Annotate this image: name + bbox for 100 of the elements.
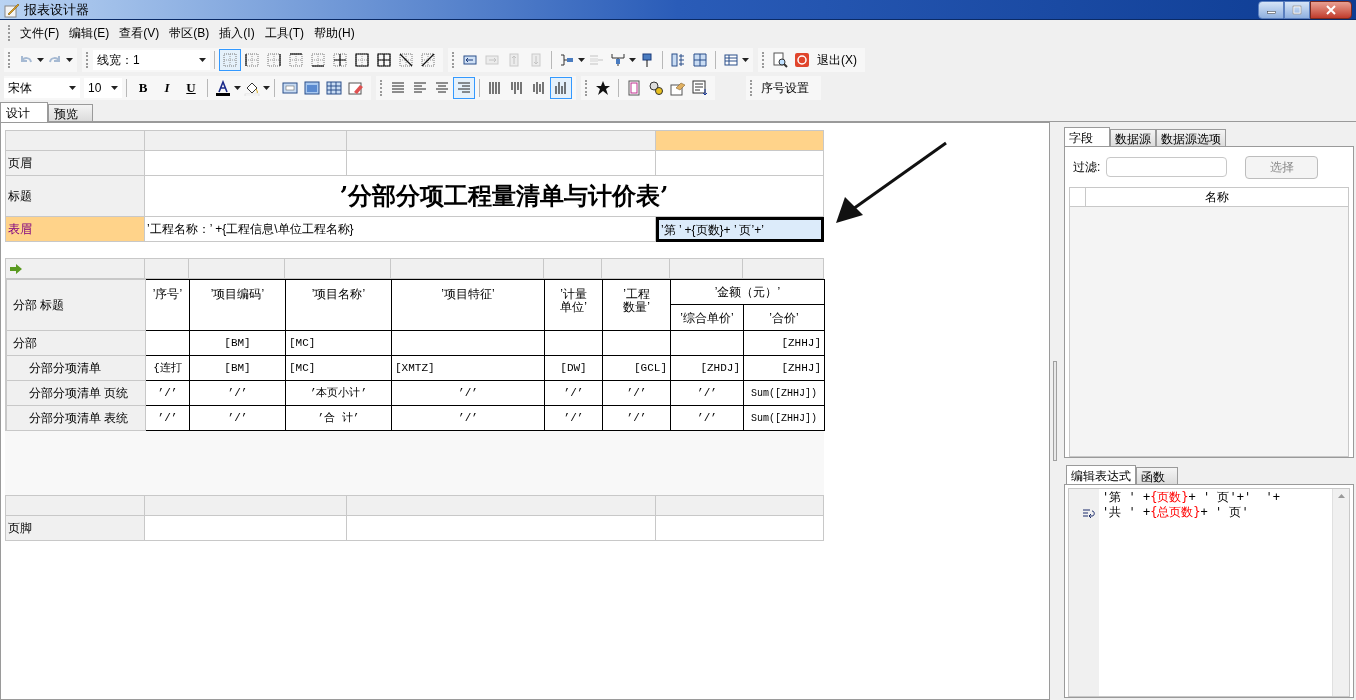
menu-item[interactable]: 带区(B) — [164, 24, 215, 42]
table-cell[interactable]: ’/’ — [189, 405, 286, 431]
report-cell[interactable] — [145, 516, 347, 541]
column-heading[interactable]: ’项目特征’ — [391, 279, 545, 331]
ruler-cell[interactable] — [145, 496, 347, 516]
table-cell[interactable]: ’合 计’ — [285, 405, 392, 431]
band-label[interactable]: 分部 — [6, 330, 146, 356]
ruler-cell[interactable] — [189, 259, 285, 279]
table-cell[interactable]: [MC] — [285, 330, 392, 356]
report-cell[interactable] — [347, 516, 656, 541]
column-heading[interactable]: ’综合单价’ — [670, 304, 744, 331]
align-icon[interactable] — [453, 77, 475, 99]
report-cell[interactable] — [656, 516, 824, 541]
tab[interactable]: 数据源选项 — [1156, 129, 1226, 146]
table-cell[interactable]: [BM] — [189, 330, 286, 356]
combo-value: 线宽：1 — [97, 52, 140, 69]
ruler-cell[interactable] — [145, 131, 347, 151]
menu-item[interactable]: 编辑(E) — [64, 24, 115, 42]
filter-label: 过滤: — [1073, 159, 1101, 176]
menu-item[interactable]: 帮助(H) — [309, 24, 360, 42]
band-label[interactable]: 标题 — [6, 176, 145, 217]
column-heading[interactable]: ’金额（元）’ — [670, 279, 825, 305]
menu-item[interactable]: 文件(F) — [15, 24, 65, 42]
ruler-cell[interactable] — [285, 259, 391, 279]
report-cell[interactable]: ’工程名称：’ +{工程信息\单位工程名称} — [145, 217, 656, 242]
caret-icon — [111, 86, 118, 90]
maximize-button[interactable] — [1284, 0, 1310, 19]
table-cell[interactable]: Sum([ZHHJ]) — [743, 380, 825, 406]
close-button[interactable] — [1310, 0, 1352, 19]
ruler-cell[interactable] — [347, 131, 656, 151]
caret-icon — [66, 58, 73, 62]
ruler-cell[interactable] — [743, 259, 824, 279]
ruler-cell[interactable] — [544, 259, 602, 279]
column-heading[interactable]: ’工程 数量’ — [602, 279, 671, 331]
app-icon — [4, 1, 20, 18]
word-wrap-icon — [1083, 509, 1095, 518]
table-cell[interactable]: [XMTZ] — [391, 355, 545, 381]
close-icon — [1326, 4, 1336, 15]
table-cell[interactable]: Sum([ZHHJ]) — [743, 405, 825, 431]
table-cell[interactable]: ’本页小计’ — [285, 380, 392, 406]
expression-line: '共 ' +{总页数}+ ' 页' — [1102, 505, 1249, 520]
band-label[interactable]: 页脚 — [6, 516, 145, 541]
ruler-cell[interactable] — [145, 259, 189, 279]
report-title: ’分部分项工程量清单与计价表’ — [338, 180, 669, 212]
expression-line: '第 ' +{页数}+ ' 页'+' '+ — [1102, 490, 1281, 505]
spacing-icon[interactable] — [550, 77, 572, 99]
ruler-cell[interactable] — [656, 131, 824, 151]
band-label[interactable]: 表眉 — [6, 217, 145, 242]
tab[interactable]: 数据源 — [1110, 129, 1156, 146]
table-cell[interactable]: [BM] — [189, 355, 286, 381]
column-heading[interactable]: ’项目编码’ — [189, 279, 286, 331]
table-cell[interactable]: ’/’ — [391, 405, 545, 431]
splitter-handle[interactable] — [1053, 361, 1057, 461]
format-button[interactable]: I — [155, 77, 179, 99]
report-cell[interactable]: ’第 ’ +{页数}+ ’ 页’+’ — [656, 217, 824, 242]
report-cell[interactable] — [347, 151, 656, 176]
caret-icon — [578, 58, 585, 62]
format-button[interactable]: U — [179, 77, 203, 99]
band-label[interactable]: 分部分项清单 — [6, 355, 146, 381]
band-label[interactable]: 分部分项清单 页统 — [6, 380, 146, 406]
tab[interactable]: 字段 — [1064, 127, 1110, 147]
column-heading[interactable]: ’合价’ — [743, 304, 825, 331]
filter-field[interactable] — [1106, 157, 1228, 177]
column-heading[interactable]: ’项目名称’ — [285, 279, 392, 331]
report-cell[interactable] — [656, 151, 824, 176]
band-label[interactable]: 分部 标题 — [6, 279, 146, 331]
arrow-icon — [10, 263, 22, 274]
line-width-combo[interactable]: 线宽：1 — [93, 50, 210, 70]
minimize-icon — [1266, 11, 1276, 14]
scroll-up-icon[interactable] — [1337, 494, 1345, 498]
column-heading[interactable]: ’计量 单位’ — [544, 279, 603, 331]
tab[interactable]: 设计 — [0, 102, 48, 122]
band-label[interactable]: 分部分项清单 表统 — [6, 405, 146, 431]
minimize-button[interactable] — [1258, 0, 1284, 19]
table-cell[interactable]: ’/’ — [189, 380, 286, 406]
font-size-combo[interactable]: 10 — [84, 78, 122, 98]
ruler-cell[interactable] — [656, 496, 824, 516]
caret-icon — [742, 58, 749, 62]
column-heading[interactable]: ’序号’ — [145, 279, 190, 331]
band-label[interactable]: 页眉 — [6, 151, 145, 176]
table-cell[interactable]: ’/’ — [391, 380, 545, 406]
menu-item[interactable]: 工具(T) — [259, 24, 309, 42]
font-combo[interactable]: 宋体 — [4, 78, 80, 98]
table-cell[interactable]: [MC] — [285, 355, 392, 381]
report-cell[interactable] — [145, 151, 347, 176]
combo-value: 10 — [88, 80, 102, 97]
table-cell[interactable]: [ZHHJ] — [743, 355, 825, 381]
caret-icon — [199, 58, 206, 62]
tab[interactable]: 编辑表达式 — [1066, 465, 1136, 485]
ruler-cell[interactable] — [391, 259, 544, 279]
ruler-cell[interactable] — [670, 259, 743, 279]
tab[interactable]: 函数 — [1136, 467, 1178, 484]
menu-item[interactable]: 插入(I) — [214, 24, 260, 42]
ruler-cell[interactable] — [347, 496, 656, 516]
ruler-cell[interactable] — [602, 259, 670, 279]
table-cell[interactable]: [ZHHJ] — [743, 330, 825, 356]
table-cell[interactable] — [391, 330, 545, 356]
tab[interactable]: 预览 — [48, 104, 93, 121]
format-button[interactable]: B — [131, 77, 155, 99]
menu-item[interactable]: 查看(V) — [114, 24, 165, 42]
